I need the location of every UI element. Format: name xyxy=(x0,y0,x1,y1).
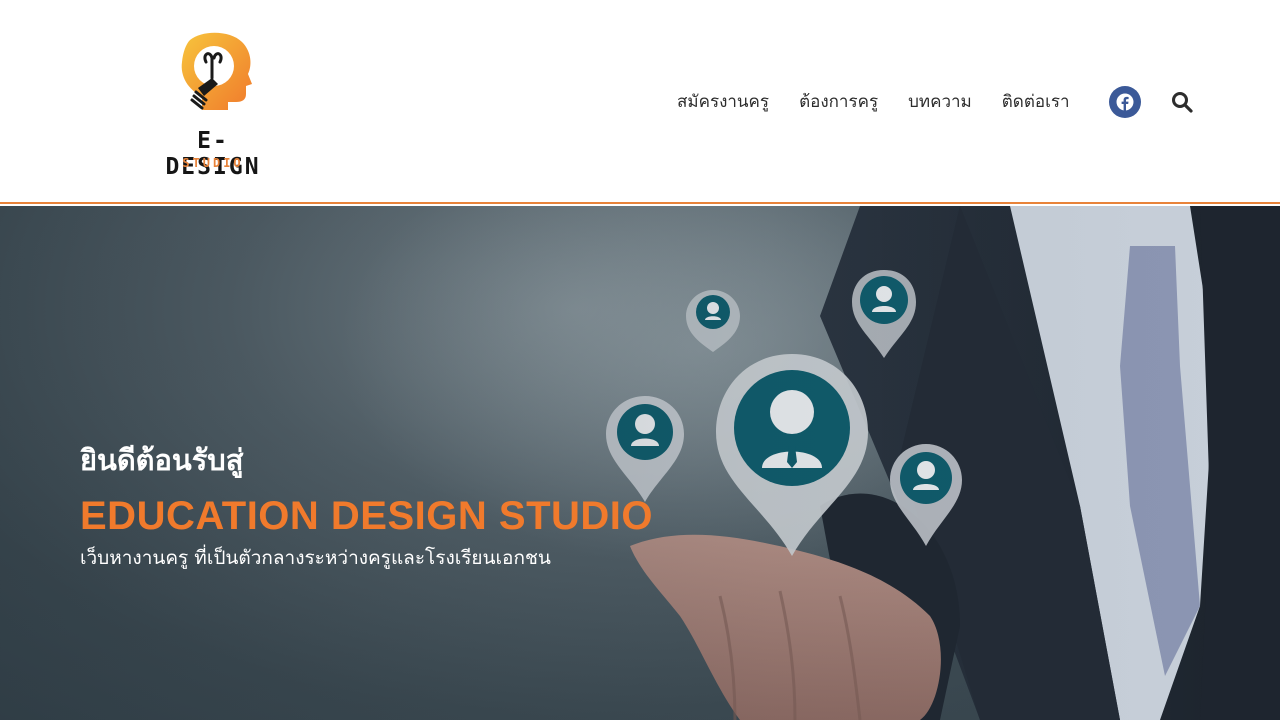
site-header: E-DESIGN STUDIO สมัครงานครู ต้องการครู บ… xyxy=(0,0,1280,204)
hero-banner: ยินดีต้อนรับสู่ EDUCATION DESIGN STUDIO … xyxy=(0,206,1280,720)
facebook-icon xyxy=(1116,93,1134,111)
search-icon xyxy=(1172,92,1193,113)
lightbulb-head-icon xyxy=(181,32,252,110)
logo-wordmark: E-DESIGN xyxy=(165,128,261,180)
nav-item-apply-job[interactable]: สมัครงานครู xyxy=(662,84,784,120)
search-button[interactable] xyxy=(1170,90,1194,114)
hero-title: EDUCATION DESIGN STUDIO xyxy=(80,494,654,538)
facebook-button[interactable] xyxy=(1109,86,1141,118)
logo-subtitle: STUDIO xyxy=(182,156,244,170)
hero-welcome: ยินดีต้อนรับสู่ xyxy=(80,443,244,477)
nav-item-need-teacher[interactable]: ต้องการครู xyxy=(784,84,893,120)
nav-item-articles[interactable]: บทความ xyxy=(893,84,987,120)
hero-text: ยินดีต้อนรับสู่ EDUCATION DESIGN STUDIO … xyxy=(80,438,720,574)
site-logo[interactable]: E-DESIGN STUDIO xyxy=(150,30,276,180)
hero-subtitle: เว็บหางานครู ที่เป็นตัวกลางระหว่างครูและ… xyxy=(80,547,551,569)
main-nav: สมัครงานครู ต้องการครู บทความ ติดต่อเรา xyxy=(662,84,1085,120)
nav-item-contact[interactable]: ติดต่อเรา xyxy=(987,84,1085,120)
